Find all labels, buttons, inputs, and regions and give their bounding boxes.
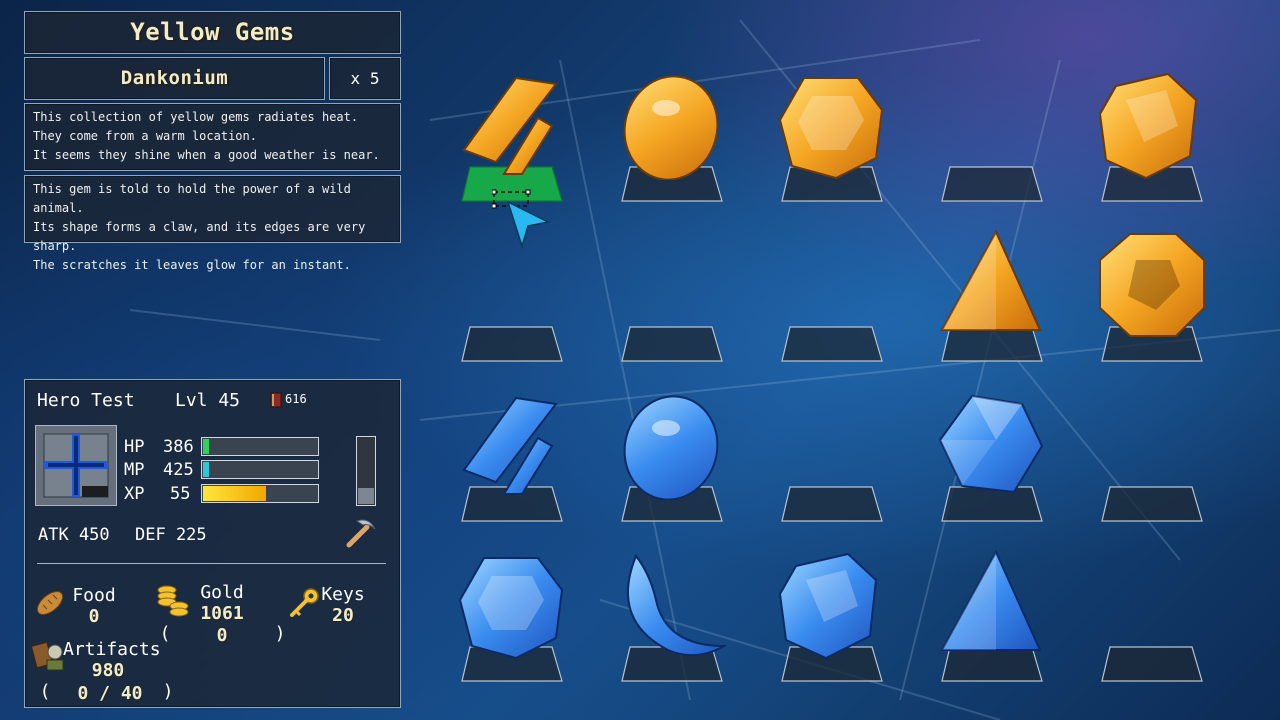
gem-slot[interactable] <box>780 325 883 362</box>
gem-slot[interactable] <box>940 165 1043 202</box>
gem-slot[interactable] <box>1100 645 1203 682</box>
blue-triangle-gem-icon[interactable] <box>936 549 1046 664</box>
yellow-hexagon-gem-icon[interactable] <box>776 70 886 184</box>
yellow-octagon-gem-icon[interactable] <box>1096 230 1206 344</box>
gem-slot[interactable] <box>780 485 883 522</box>
selection-cursor-icon <box>491 188 556 254</box>
yellow-rough-gem-icon[interactable] <box>1096 70 1206 184</box>
blue-egg-gem-icon[interactable] <box>616 390 726 504</box>
gem-grid <box>0 0 1280 720</box>
blue-rough-gem-icon[interactable] <box>776 550 886 664</box>
blue-faceted-gem-icon[interactable] <box>936 390 1046 504</box>
gem-slot[interactable] <box>1100 485 1203 522</box>
blue-crescent-gem-icon[interactable] <box>616 550 728 664</box>
blue-hexagon-gem-icon[interactable] <box>456 550 566 664</box>
blue-claw-gem-icon[interactable] <box>456 390 566 504</box>
yellow-egg-gem-icon[interactable] <box>616 70 726 184</box>
yellow-triangle-gem-icon[interactable] <box>936 229 1046 344</box>
gem-slot[interactable] <box>620 325 723 362</box>
yellow-claw-gem-icon[interactable] <box>456 70 566 184</box>
gem-slot[interactable] <box>460 325 563 362</box>
